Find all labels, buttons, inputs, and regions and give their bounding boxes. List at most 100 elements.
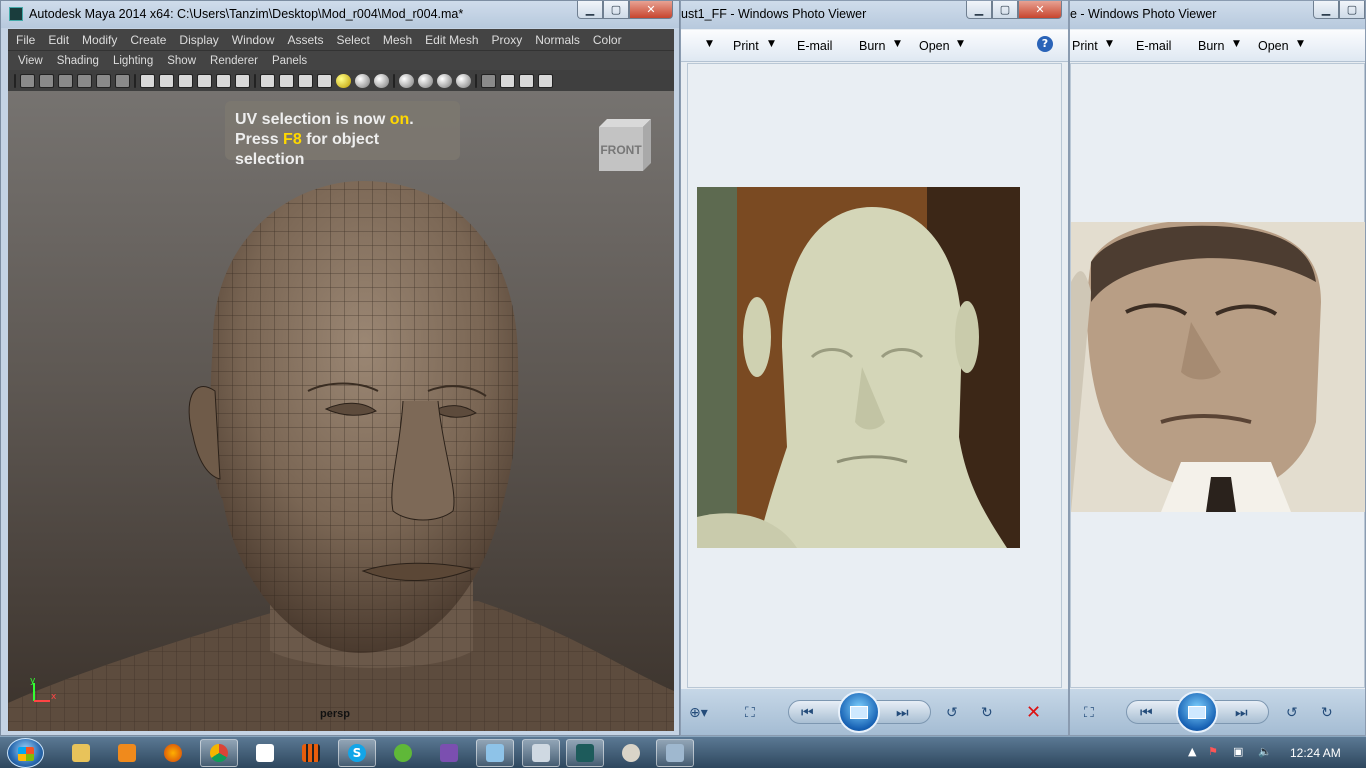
print-menu[interactable]: Print xyxy=(733,39,759,53)
minimize-button[interactable]: ▁ xyxy=(577,1,603,19)
shadows-icon[interactable] xyxy=(355,73,370,88)
open-menu[interactable]: Open xyxy=(919,39,950,53)
menu-proxy[interactable]: Proxy xyxy=(492,33,523,47)
viewport-2-icon[interactable] xyxy=(519,73,534,88)
safe-action-icon[interactable] xyxy=(216,73,231,88)
burn-dropdown-icon[interactable]: ▼ xyxy=(1233,39,1240,49)
menu-color[interactable]: Color xyxy=(593,33,622,47)
next-icon[interactable]: ⏭ xyxy=(1235,705,1248,721)
minimize-button[interactable]: ▁ xyxy=(966,1,992,19)
taskbar-visual-studio[interactable] xyxy=(430,739,468,767)
xray-icon[interactable] xyxy=(399,73,414,88)
viewer2-titlebar[interactable]: e - Windows Photo Viewer ▁ ▢ xyxy=(1070,1,1365,29)
xray-joints-icon[interactable] xyxy=(418,73,433,88)
gate-mask-icon[interactable] xyxy=(178,73,193,88)
panel-menu-shading[interactable]: Shading xyxy=(57,55,99,67)
close-button[interactable]: ✕ xyxy=(629,1,673,19)
open-dropdown-icon[interactable]: ▼ xyxy=(957,39,964,49)
actual-size-icon[interactable]: ⛶ xyxy=(1084,705,1094,721)
menu-select[interactable]: Select xyxy=(336,33,369,47)
slideshow-button[interactable] xyxy=(1176,691,1218,733)
panel-menu-renderer[interactable]: Renderer xyxy=(210,55,258,67)
delete-icon[interactable]: ✕ xyxy=(1026,702,1041,723)
menu-create[interactable]: Create xyxy=(130,33,166,47)
menu-window[interactable]: Window xyxy=(232,33,275,47)
backface-culling-icon[interactable] xyxy=(456,73,471,88)
ambient-occlusion-icon[interactable] xyxy=(374,73,389,88)
actual-size-icon[interactable]: ⛶ xyxy=(745,705,755,721)
burn-menu[interactable]: Burn xyxy=(1198,39,1224,53)
panel-menu-show[interactable]: Show xyxy=(167,55,196,67)
help-icon[interactable]: ? xyxy=(1037,36,1053,52)
print-dropdown-icon[interactable]: ▼ xyxy=(1106,39,1113,49)
field-chart-icon[interactable] xyxy=(197,73,212,88)
bookmark-icon[interactable] xyxy=(58,73,73,88)
share-icon[interactable] xyxy=(538,73,553,88)
maximize-button[interactable]: ▢ xyxy=(992,1,1018,19)
default-lighting-icon[interactable] xyxy=(336,73,351,88)
panel-menu-view[interactable]: View xyxy=(18,55,43,67)
panel-menu-panels[interactable]: Panels xyxy=(272,55,307,67)
head-mesh-render[interactable] xyxy=(8,91,674,731)
menu-edit[interactable]: Edit xyxy=(48,33,69,47)
xray-components-icon[interactable] xyxy=(437,73,452,88)
menu-modify[interactable]: Modify xyxy=(82,33,117,47)
maya-app-icon[interactable] xyxy=(9,7,23,21)
previous-icon[interactable]: ⏮ xyxy=(1140,705,1153,721)
network-icon[interactable]: ▣ xyxy=(1233,745,1243,758)
rotate-left-icon[interactable]: ↺ xyxy=(946,705,958,721)
taskbar-game[interactable] xyxy=(292,739,330,767)
menu-mesh[interactable]: Mesh xyxy=(383,33,412,47)
film-gate-icon[interactable] xyxy=(140,73,155,88)
maximize-button[interactable]: ▢ xyxy=(1339,1,1365,19)
rotate-right-icon[interactable]: ↻ xyxy=(1321,705,1333,721)
taskbar-paint[interactable] xyxy=(612,739,650,767)
rotate-right-icon[interactable]: ↻ xyxy=(981,705,993,721)
rotate-left-icon[interactable]: ↺ xyxy=(1286,705,1298,721)
smooth-shade-icon[interactable] xyxy=(279,73,294,88)
maya-titlebar[interactable]: Autodesk Maya 2014 x64: C:\Users\Tanzim\… xyxy=(1,1,679,28)
print-menu[interactable]: Print xyxy=(1072,39,1098,53)
email-menu[interactable]: E-mail xyxy=(797,39,832,53)
previous-icon[interactable]: ⏮ xyxy=(801,705,814,721)
zoom-icon[interactable]: ⊕▾ xyxy=(689,705,708,721)
taskbar-firefox[interactable] xyxy=(154,739,192,767)
maximize-button[interactable]: ▢ xyxy=(603,1,629,19)
minimize-button[interactable]: ▁ xyxy=(1313,1,1339,19)
panel-menu-lighting[interactable]: Lighting xyxy=(113,55,153,67)
show-hidden-icons[interactable]: ▲ xyxy=(1188,745,1196,758)
taskbar-media-player[interactable] xyxy=(108,739,146,767)
hud-icon[interactable] xyxy=(500,73,515,88)
burn-menu[interactable]: Burn xyxy=(859,39,885,53)
camera-select-icon[interactable] xyxy=(20,73,35,88)
menu-normals[interactable]: Normals xyxy=(535,33,580,47)
menu-display[interactable]: Display xyxy=(179,33,218,47)
print-dropdown-icon[interactable]: ▼ xyxy=(768,39,775,49)
viewer1-titlebar[interactable]: ust1_FF - Windows Photo Viewer ▁ ▢ ✕ xyxy=(681,1,1068,29)
wireframe-on-shaded-icon[interactable] xyxy=(298,73,313,88)
taskbar-photo-viewer[interactable] xyxy=(476,739,514,767)
viewer1-image-area[interactable] xyxy=(687,63,1062,688)
start-button[interactable] xyxy=(7,738,44,768)
taskbar-notepad[interactable] xyxy=(246,739,284,767)
viewer2-image-area[interactable] xyxy=(1070,63,1365,688)
close-button[interactable]: ✕ xyxy=(1018,1,1062,19)
volume-icon[interactable]: 🔈 xyxy=(1258,745,1272,758)
menu-file[interactable]: File xyxy=(16,33,35,47)
textured-icon[interactable] xyxy=(317,73,332,88)
open-menu[interactable]: Open xyxy=(1258,39,1289,53)
grid-icon[interactable] xyxy=(115,73,130,88)
menu-edit-mesh[interactable]: Edit Mesh xyxy=(425,33,478,47)
viewcube[interactable]: FRONT xyxy=(593,119,653,175)
grease-pencil-icon[interactable] xyxy=(96,73,111,88)
taskbar-calculator[interactable] xyxy=(522,739,560,767)
clock[interactable]: 12:24 AM xyxy=(1290,746,1341,760)
safe-title-icon[interactable] xyxy=(235,73,250,88)
maya-viewport[interactable]: UV selection is now on. Press F8 for obj… xyxy=(8,91,674,731)
isolate-select-icon[interactable] xyxy=(481,73,496,88)
resolution-gate-icon[interactable] xyxy=(159,73,174,88)
next-icon[interactable]: ⏭ xyxy=(896,705,909,721)
slideshow-button[interactable] xyxy=(838,691,880,733)
taskbar-remote[interactable] xyxy=(656,739,694,767)
taskbar-utorrent[interactable] xyxy=(384,739,422,767)
